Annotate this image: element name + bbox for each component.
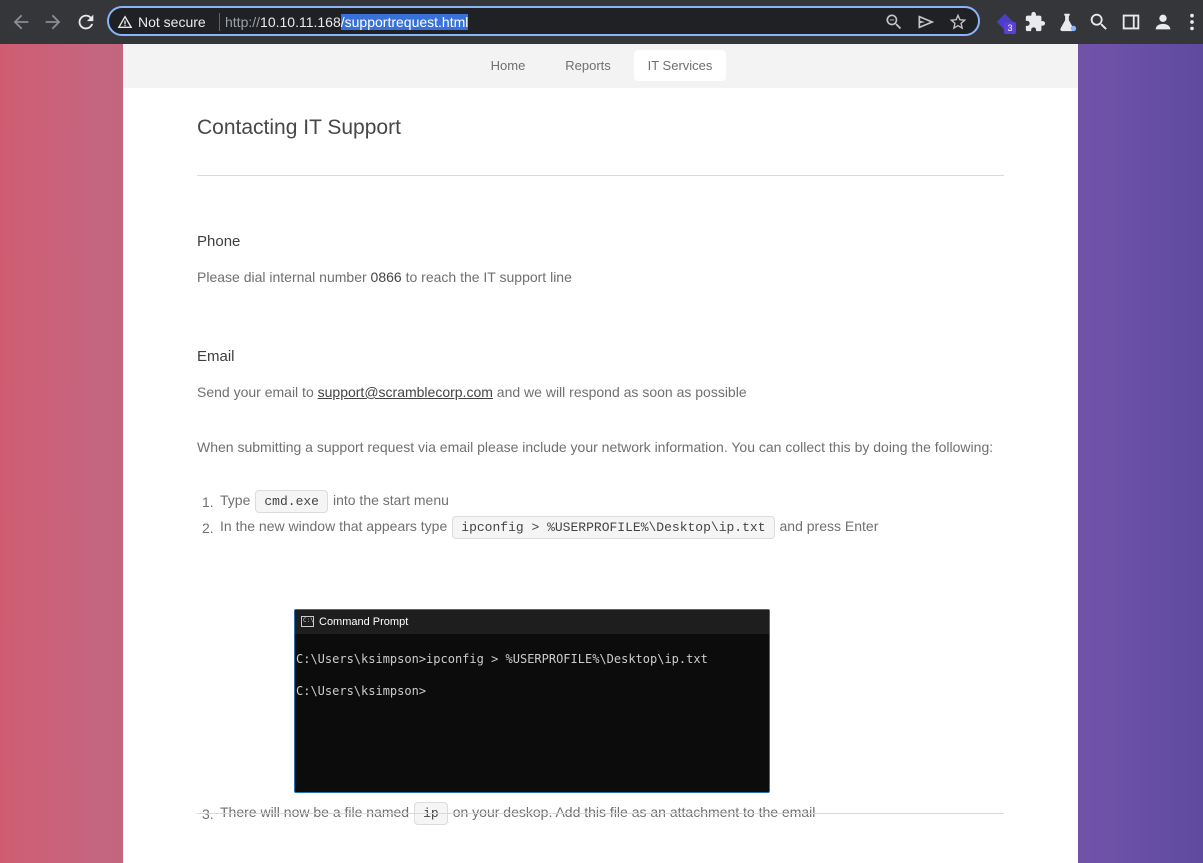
url-text[interactable]: http://10.10.11.168/supportrequest.html <box>225 13 469 31</box>
email-text-after: and we will respond as soon as possible <box>492 384 747 400</box>
cmd-title: Command Prompt <box>319 616 409 628</box>
network-info-instructions: When submitting a support request via em… <box>197 439 994 455</box>
forward-arrow-icon[interactable] <box>42 11 64 33</box>
lab-flask-icon[interactable] <box>1056 11 1078 33</box>
phone-heading: Phone <box>197 233 241 250</box>
profile-icon[interactable] <box>1152 11 1174 33</box>
bottom-divider <box>197 813 1004 814</box>
top-nav: Home Reports IT Services <box>123 44 1078 88</box>
email-text: Send your email to support@scramblecorp.… <box>197 384 747 400</box>
phone-text: Please dial internal number 0866 to reac… <box>197 269 572 285</box>
email-text-before: Send your email to <box>197 384 318 400</box>
extension-badge: 3 <box>1004 22 1016 34</box>
side-panel-icon[interactable] <box>1120 11 1142 33</box>
nav-item-home[interactable]: Home <box>482 50 534 81</box>
title-divider <box>197 175 1004 176</box>
browser-toolbar: Not secure http://10.10.11.168/supportre… <box>0 0 1203 45</box>
code-snippet: cmd.exe <box>255 490 328 513</box>
terminal-icon: C:\ <box>301 616 314 627</box>
email-heading: Email <box>197 348 235 365</box>
step-text: and press Enter <box>779 518 879 534</box>
content-card: Home Reports IT Services Contacting IT S… <box>123 44 1078 863</box>
step-number: 3. <box>202 806 214 822</box>
reload-icon[interactable] <box>75 11 97 33</box>
phone-text-before: Please dial internal number <box>197 269 371 285</box>
step-text: In the new window that appears type <box>220 518 448 534</box>
code-snippet: ipconfig > %USERPROFILE%\Desktop\ip.txt <box>452 516 775 539</box>
support-email-link[interactable]: support@scramblecorp.com <box>318 384 493 400</box>
menu-kebab-icon[interactable] <box>1186 11 1198 33</box>
command-prompt-image: C:\ Command Prompt C:\Users\ksimpson>ipc… <box>294 609 770 793</box>
address-bar[interactable]: Not secure http://10.10.11.168/supportre… <box>107 6 980 36</box>
step-item: In the new window that appears type ipcon… <box>220 516 878 539</box>
url-path-selected: /supportrequest.html <box>340 14 469 30</box>
step-text: There will now be a file named <box>220 804 410 820</box>
send-icon[interactable] <box>916 12 936 32</box>
url-scheme: http:// <box>225 14 261 30</box>
page-title: Contacting IT Support <box>197 116 401 139</box>
page-viewport: Home Reports IT Services Contacting IT S… <box>0 44 1203 863</box>
bookmark-star-icon[interactable] <box>948 12 968 32</box>
nav-item-it-services[interactable]: IT Services <box>634 50 726 81</box>
step-number: 1. <box>202 494 214 510</box>
search-icon[interactable] <box>1088 11 1110 33</box>
step-number: 2. <box>202 520 214 536</box>
step-text: on your deskop. Add this file as an atta… <box>452 804 816 820</box>
phone-text-after: to reach the IT support line <box>401 269 572 285</box>
zoom-icon[interactable] <box>884 12 904 32</box>
step-item: Type cmd.exe into the start menu <box>220 490 449 513</box>
phone-number: 0866 <box>370 269 402 285</box>
cmd-line-2: C:\Users\ksimpson> <box>296 684 427 698</box>
cmd-titlebar: C:\ Command Prompt <box>295 610 769 634</box>
nav-item-reports[interactable]: Reports <box>557 50 619 81</box>
security-indicator[interactable]: Not secure <box>138 14 206 30</box>
warning-icon[interactable] <box>117 14 133 30</box>
back-arrow-icon[interactable] <box>10 11 32 33</box>
cmd-line-1: C:\Users\ksimpson>ipconfig > %USERPROFIL… <box>296 652 708 666</box>
puzzle-extensions-icon[interactable] <box>1024 11 1046 33</box>
step-text: into the start menu <box>332 492 449 508</box>
divider <box>219 13 220 31</box>
url-host: 10.10.11.168 <box>260 14 341 30</box>
step-text: Type <box>220 492 251 508</box>
